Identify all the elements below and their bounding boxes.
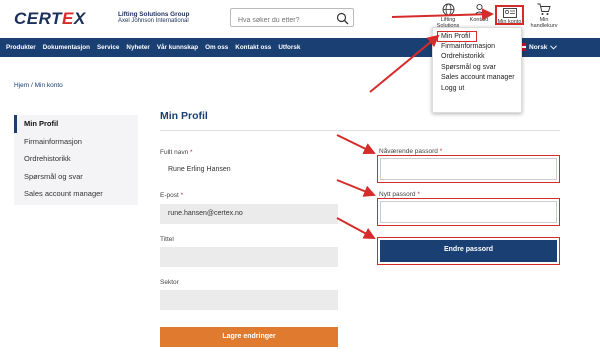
required-mark: * — [190, 149, 193, 156]
page-title: Min Profil — [160, 110, 208, 122]
new-password-highlight — [377, 198, 560, 226]
save-changes-button[interactable]: Lagre endringer — [160, 327, 338, 347]
current-password-label: Nåværende passord * — [379, 148, 442, 155]
search-box[interactable] — [230, 8, 354, 29]
dropdown-item-min-profil[interactable]: Min Profil — [437, 31, 477, 42]
kontakt-label: Kontakt — [469, 17, 489, 23]
chevron-down-icon — [550, 44, 558, 50]
nav-item-var-kunnskap[interactable]: Vår kunnskap — [157, 44, 198, 51]
logo-wordmark: CERTEX — [14, 9, 86, 28]
breadcrumb[interactable]: Hjem / Min konto — [14, 82, 63, 89]
sidebar-item-ordrehistorikk[interactable]: Ordrehistorikk — [14, 150, 138, 168]
required-mark: * — [439, 148, 443, 155]
dropdown-item-sales-account-manager[interactable]: Sales account manager — [433, 73, 521, 84]
dropdown-item-logg-ut[interactable]: Logg ut — [433, 84, 521, 95]
cart-link[interactable]: Min handlekurv — [530, 3, 558, 29]
tagline-line-1: Lifting Solutions Group — [118, 11, 190, 18]
nav-item-service[interactable]: Service — [97, 44, 119, 51]
cart-icon — [537, 3, 551, 15]
full-name-field[interactable]: Rune Erling Hansen — [160, 160, 338, 180]
email-label-text: E-post — [160, 192, 179, 199]
change-password-button[interactable]: Endre passord — [380, 240, 557, 262]
min-konto-label: Min konto — [497, 19, 522, 25]
email-field[interactable]: rune.hansen@certex.no — [160, 204, 338, 224]
change-password-highlight: Endre passord — [377, 237, 560, 265]
search-icon[interactable] — [336, 12, 349, 25]
account-sidebar: Min Profil Firmainformasjon Ordrehistori… — [14, 115, 138, 205]
new-password-label: Nytt passord * — [379, 191, 420, 198]
title-divider — [160, 130, 560, 131]
current-password-highlight — [377, 155, 560, 183]
full-name-label: Fullt navn * — [160, 149, 193, 156]
nav-item-dokumentasjon[interactable]: Dokumentasjon — [43, 44, 90, 51]
min-konto-button[interactable]: Min konto — [495, 5, 524, 25]
full-name-label-text: Fullt navn — [160, 149, 189, 156]
title-field-label: Tittel — [160, 236, 174, 243]
tagline-line-2: Axel Johnson International — [118, 18, 189, 24]
required-mark: * — [417, 191, 420, 198]
sidebar-item-min-profil[interactable]: Min Profil — [14, 115, 138, 133]
nav-item-produkter[interactable]: Produkter — [6, 44, 36, 51]
nav-item-om-oss[interactable]: Om oss — [205, 44, 228, 51]
kontakt-link[interactable]: Kontakt — [467, 3, 491, 23]
logo-tagline: Lifting Solutions Group Axel Johnson Int… — [118, 11, 189, 25]
title-field[interactable] — [160, 247, 338, 267]
sidebar-item-sporsmal-og-svar[interactable]: Spørsmål og svar — [14, 168, 138, 186]
required-mark: * — [180, 192, 184, 199]
search-input[interactable] — [231, 12, 331, 29]
sidebar-item-firmainformasjon[interactable]: Firmainformasjon — [14, 133, 138, 151]
nav-item-utforsk[interactable]: Utforsk — [278, 44, 300, 51]
new-password-input[interactable] — [380, 201, 557, 223]
globe-icon — [442, 3, 454, 16]
contact-person-icon — [473, 3, 485, 16]
dropdown-item-firmainformasjon[interactable]: Firmainformasjon — [433, 42, 521, 53]
dropdown-item-sporsmal-og-svar[interactable]: Spørsmål og svar — [433, 63, 521, 74]
arrow-to-current-password — [336, 134, 376, 155]
arrow-to-change-password — [336, 217, 376, 239]
arrow-to-new-password — [336, 179, 376, 197]
sidebar-item-sales-account-manager[interactable]: Sales account manager — [14, 185, 138, 203]
sector-field[interactable] — [160, 290, 338, 310]
lifting-solutions-link[interactable]: Lifting Solutions — [434, 3, 462, 29]
account-dropdown: Min Profil Firmainformasjon Ordrehistori… — [432, 27, 522, 113]
language-label: Norsk — [529, 43, 548, 51]
current-password-label-text: Nåværende passord — [379, 148, 438, 155]
nav-item-nyheter[interactable]: Nyheter — [126, 44, 149, 51]
new-password-label-text: Nytt passord — [379, 191, 416, 198]
sector-label: Sektor — [160, 279, 179, 286]
dropdown-item-ordrehistorikk[interactable]: Ordrehistorikk — [433, 52, 521, 63]
certex-logo[interactable]: CERTEX — [14, 9, 108, 28]
account-card-icon — [502, 8, 517, 18]
nav-item-kontakt-oss[interactable]: Kontakt oss — [235, 44, 271, 51]
cart-label-2: handlekurv — [530, 23, 558, 29]
current-password-input[interactable] — [380, 158, 557, 180]
email-label: E-post * — [160, 192, 183, 199]
